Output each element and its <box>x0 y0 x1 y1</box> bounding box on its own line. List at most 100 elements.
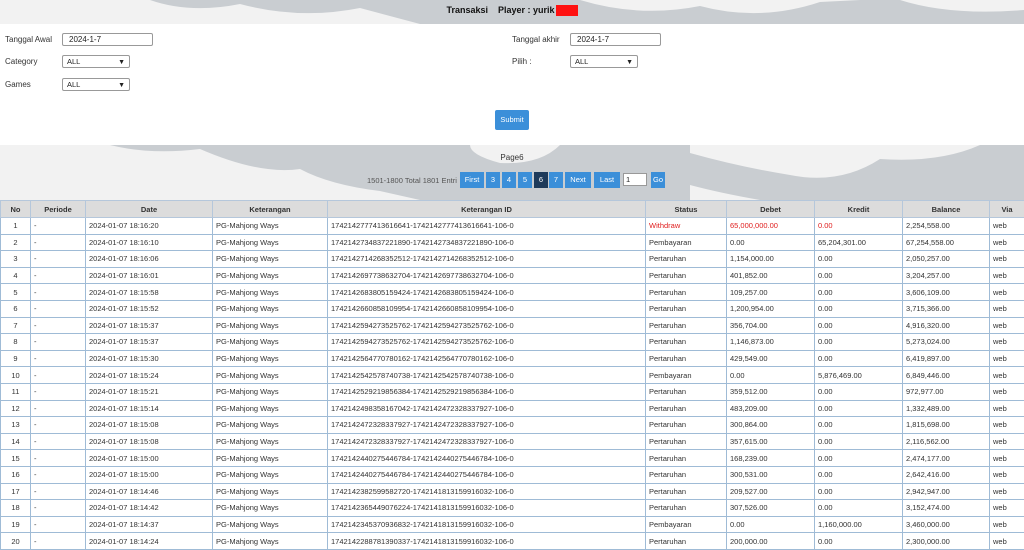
table-row[interactable]: 8-2024-01-07 18:15:37PG-Mahjong Ways1742… <box>1 334 1024 351</box>
first-page-button[interactable]: First <box>460 172 484 188</box>
start-date-input[interactable]: 2024-1-7 <box>62 33 153 46</box>
row-number: 5 <box>1 284 31 301</box>
date-cell: 2024-01-07 18:14:42 <box>86 500 213 517</box>
column-header[interactable]: Date <box>86 201 213 218</box>
keterangan-id-cell: 1742142365449076224-1742141813159916032-… <box>328 500 646 517</box>
keterangan-id-cell: 1742142594273525762-1742142594273525762-… <box>328 317 646 334</box>
column-header[interactable]: Keterangan ID <box>328 201 646 218</box>
keterangan-id-cell: 1742142529219856384-1742142529219856384-… <box>328 383 646 400</box>
table-row[interactable]: 15-2024-01-07 18:15:00PG-Mahjong Ways174… <box>1 450 1024 467</box>
table-row[interactable]: 9-2024-01-07 18:15:30PG-Mahjong Ways1742… <box>1 350 1024 367</box>
via-cell: web <box>990 218 1024 235</box>
table-row[interactable]: 14-2024-01-07 18:15:08PG-Mahjong Ways174… <box>1 433 1024 450</box>
balance-cell: 67,254,558.00 <box>903 234 990 251</box>
column-header[interactable]: No <box>1 201 31 218</box>
status-cell: Pembayaran <box>646 516 727 533</box>
table-row[interactable]: 7-2024-01-07 18:15:37PG-Mahjong Ways1742… <box>1 317 1024 334</box>
column-header[interactable]: Status <box>646 201 727 218</box>
row-number: 6 <box>1 300 31 317</box>
table-row[interactable]: 17-2024-01-07 18:14:46PG-Mahjong Ways174… <box>1 483 1024 500</box>
column-header[interactable]: Debet <box>727 201 815 218</box>
date-cell: 2024-01-07 18:15:24 <box>86 367 213 384</box>
table-row[interactable]: 13-2024-01-07 18:15:08PG-Mahjong Ways174… <box>1 417 1024 434</box>
column-header[interactable]: Keterangan <box>213 201 328 218</box>
last-page-button[interactable]: Last <box>594 172 620 188</box>
pilih-select[interactable]: ALL ▼ <box>570 55 638 68</box>
row-number: 10 <box>1 367 31 384</box>
table-row[interactable]: 19-2024-01-07 18:14:37PG-Mahjong Ways174… <box>1 516 1024 533</box>
via-cell: web <box>990 433 1024 450</box>
category-select-value: ALL <box>67 57 80 66</box>
balance-cell: 2,254,558.00 <box>903 218 990 235</box>
debet-cell: 209,527.00 <box>727 483 815 500</box>
page-3-button[interactable]: 3 <box>486 172 500 188</box>
keterangan-id-cell: 1742142714268352512-1742142714268352512-… <box>328 251 646 268</box>
keterangan-id-cell: 1742142777413616641-1742142777413616641-… <box>328 218 646 235</box>
page-7-button[interactable]: 7 <box>549 172 563 188</box>
page-6-button-current[interactable]: 6 <box>534 172 548 188</box>
next-page-button[interactable]: Next <box>565 172 591 188</box>
periode-cell: - <box>31 383 86 400</box>
table-row[interactable]: 18-2024-01-07 18:14:42PG-Mahjong Ways174… <box>1 500 1024 517</box>
keterangan-cell: PG-Mahjong Ways <box>213 400 328 417</box>
balance-cell: 2,300,000.00 <box>903 533 990 550</box>
periode-cell: - <box>31 267 86 284</box>
table-row[interactable]: 4-2024-01-07 18:16:01PG-Mahjong Ways1742… <box>1 267 1024 284</box>
table-row[interactable]: 5-2024-01-07 18:15:58PG-Mahjong Ways1742… <box>1 284 1024 301</box>
table-row[interactable]: 16-2024-01-07 18:15:00PG-Mahjong Ways174… <box>1 466 1024 483</box>
kredit-cell: 0.00 <box>815 433 903 450</box>
date-cell: 2024-01-07 18:15:58 <box>86 284 213 301</box>
balance-cell: 2,050,257.00 <box>903 251 990 268</box>
balance-cell: 3,606,109.00 <box>903 284 990 301</box>
kredit-cell: 5,876,469.00 <box>815 367 903 384</box>
page-indicator: Page6 <box>0 153 1024 162</box>
debet-cell: 1,154,000.00 <box>727 251 815 268</box>
table-row[interactable]: 10-2024-01-07 18:15:24PG-Mahjong Ways174… <box>1 367 1024 384</box>
column-header[interactable]: Balance <box>903 201 990 218</box>
date-cell: 2024-01-07 18:15:08 <box>86 433 213 450</box>
table-row[interactable]: 11-2024-01-07 18:15:21PG-Mahjong Ways174… <box>1 383 1024 400</box>
kredit-cell: 0.00 <box>815 267 903 284</box>
table-row[interactable]: 12-2024-01-07 18:15:14PG-Mahjong Ways174… <box>1 400 1024 417</box>
table-row[interactable]: 2-2024-01-07 18:16:10PG-Mahjong Ways1742… <box>1 234 1024 251</box>
keterangan-cell: PG-Mahjong Ways <box>213 300 328 317</box>
category-label: Category <box>5 57 37 66</box>
page-5-button[interactable]: 5 <box>518 172 532 188</box>
column-header[interactable]: Via <box>990 201 1024 218</box>
keterangan-id-cell: 1742142472328337927-1742142472328337927-… <box>328 433 646 450</box>
end-date-input[interactable]: 2024-1-7 <box>570 33 661 46</box>
page-4-button[interactable]: 4 <box>502 172 516 188</box>
periode-cell: - <box>31 317 86 334</box>
status-cell: Withdraw <box>646 218 727 235</box>
kredit-cell: 0.00 <box>815 284 903 301</box>
status-cell: Pertaruhan <box>646 251 727 268</box>
status-cell: Pertaruhan <box>646 466 727 483</box>
balance-cell: 6,419,897.00 <box>903 350 990 367</box>
table-row[interactable]: 6-2024-01-07 18:15:52PG-Mahjong Ways1742… <box>1 300 1024 317</box>
debet-cell: 359,512.00 <box>727 383 815 400</box>
debet-cell: 168,239.00 <box>727 450 815 467</box>
kredit-cell: 0.00 <box>815 483 903 500</box>
games-select[interactable]: ALL ▼ <box>62 78 130 91</box>
table-row[interactable]: 20-2024-01-07 18:14:24PG-Mahjong Ways174… <box>1 533 1024 550</box>
category-select[interactable]: ALL ▼ <box>62 55 130 68</box>
column-header[interactable]: Kredit <box>815 201 903 218</box>
player-label: Player : yurik <box>498 5 555 15</box>
debet-cell: 401,852.00 <box>727 267 815 284</box>
go-button[interactable]: Go <box>651 172 665 188</box>
column-header[interactable]: Periode <box>31 201 86 218</box>
table-row[interactable]: 1-2024-01-07 18:16:20PG-Mahjong Ways1742… <box>1 218 1024 235</box>
via-cell: web <box>990 400 1024 417</box>
redacted-name <box>556 5 578 16</box>
row-number: 18 <box>1 500 31 517</box>
debet-cell: 200,000.00 <box>727 533 815 550</box>
debet-cell: 356,704.00 <box>727 317 815 334</box>
via-cell: web <box>990 317 1024 334</box>
entries-summary: 1501-1800 Total 1801 Entri <box>367 176 457 185</box>
table-row[interactable]: 3-2024-01-07 18:16:06PG-Mahjong Ways1742… <box>1 251 1024 268</box>
keterangan-id-cell: 1742142564770780162-1742142564770780162-… <box>328 350 646 367</box>
chevron-down-icon: ▼ <box>626 57 633 68</box>
keterangan-id-cell: 1742142472328337927-1742142472328337927-… <box>328 417 646 434</box>
page-jump-input[interactable]: 1 <box>623 173 647 186</box>
submit-button[interactable]: Submit <box>495 110 529 130</box>
